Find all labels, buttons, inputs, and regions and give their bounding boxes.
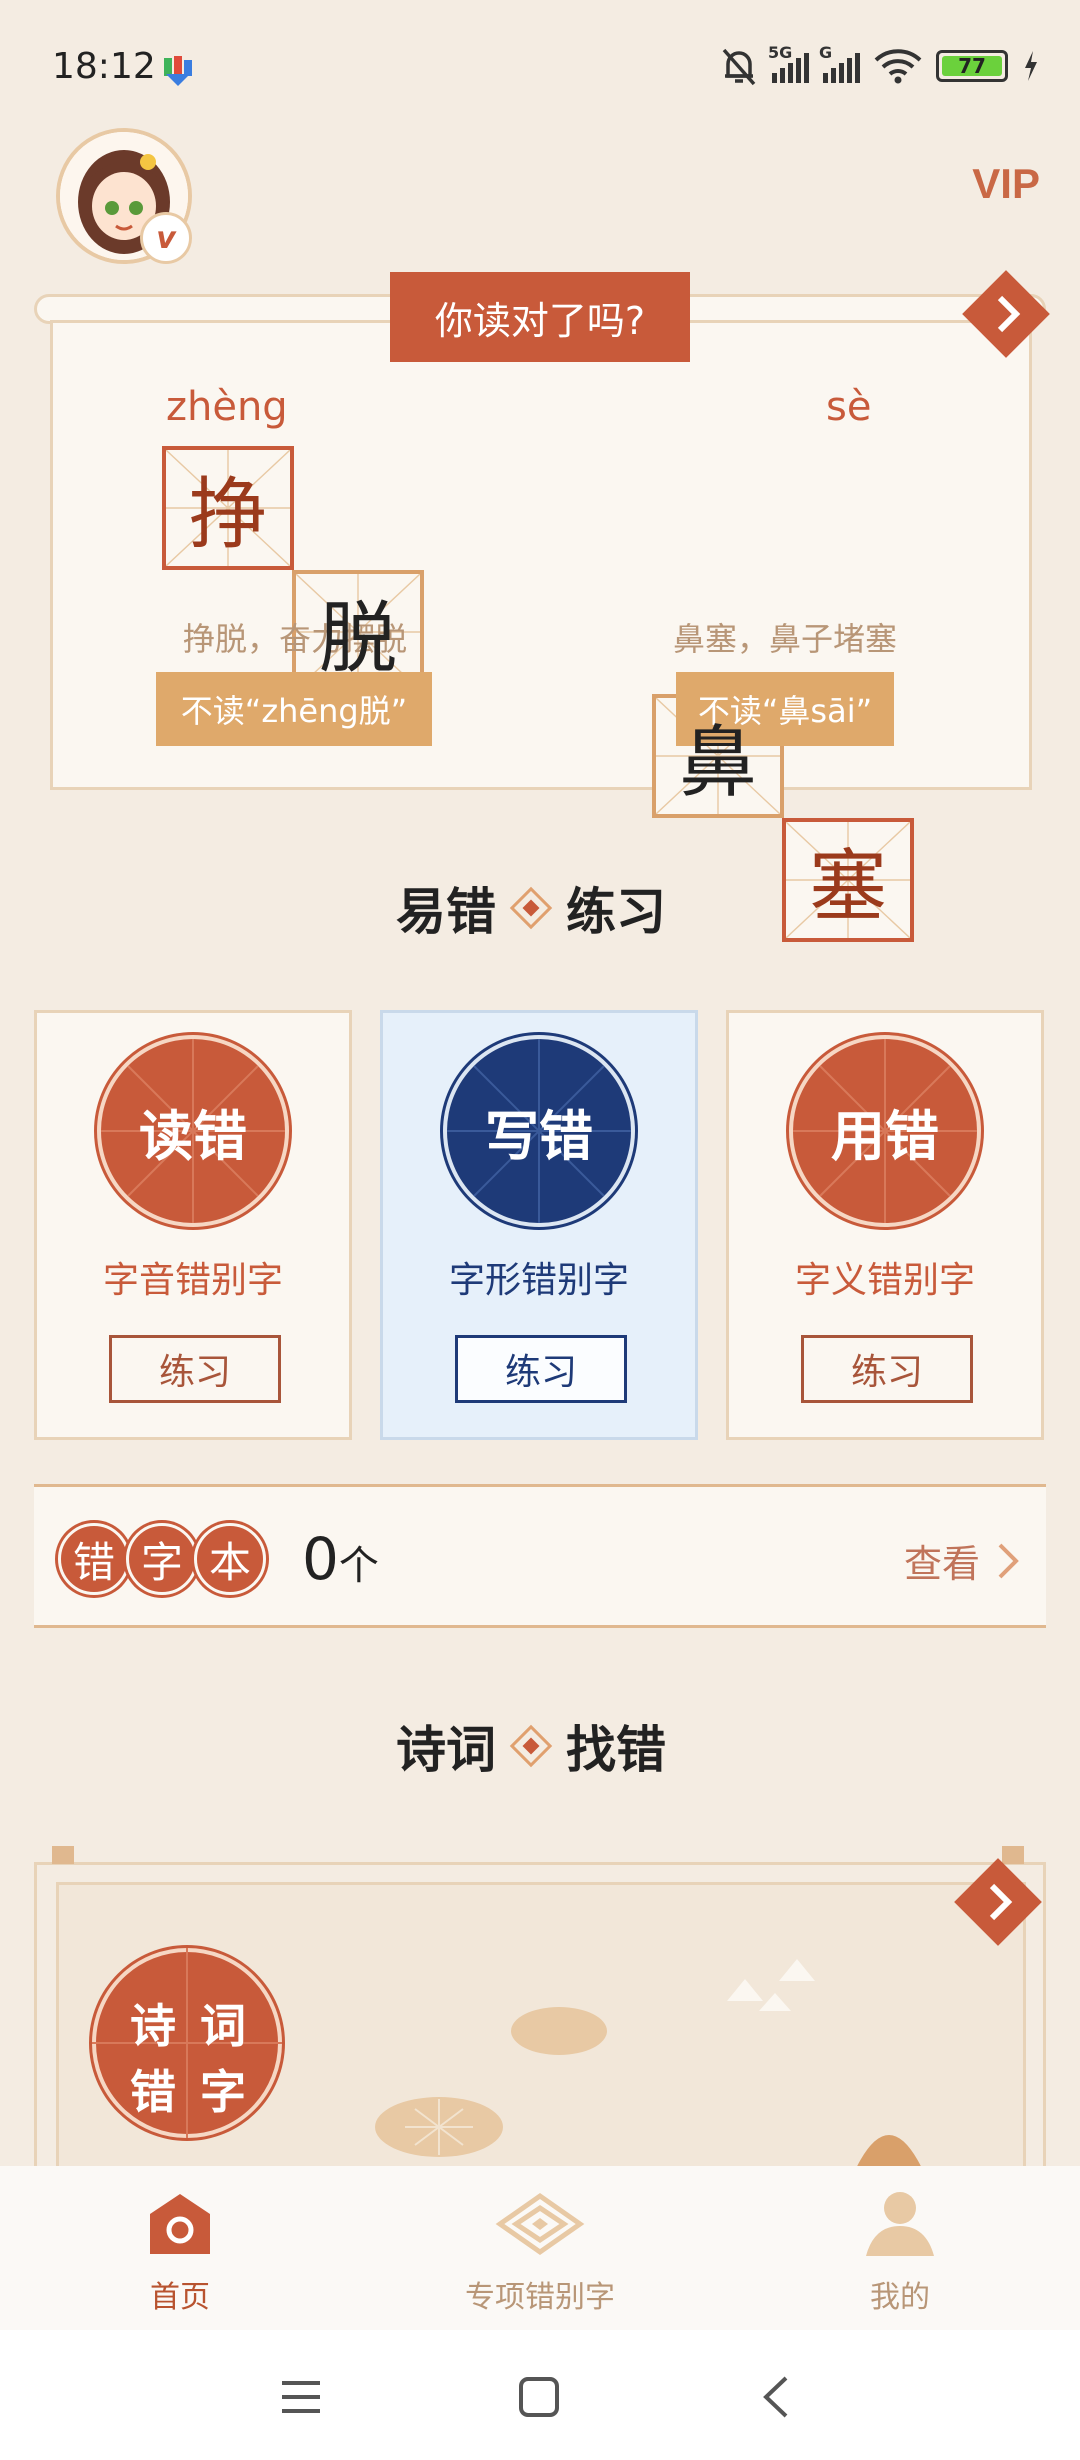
count-unit: 个: [338, 1543, 379, 1589]
section-title-right: 找错: [566, 1721, 666, 1779]
book-chip: 错: [58, 1523, 130, 1595]
nav-mine[interactable]: 我的: [720, 2166, 1080, 2330]
user-icon: [866, 2192, 934, 2256]
diamond-icon: [509, 1724, 553, 1768]
book-chip: 字: [126, 1523, 198, 1595]
home-square-icon[interactable]: [518, 2376, 560, 2418]
practice-button[interactable]: 练习: [455, 1335, 627, 1403]
chevron-right-icon: [997, 295, 1021, 333]
bottom-nav: 首页 专项错别字 我的: [0, 2166, 1080, 2330]
battery-icon: 77: [936, 50, 1008, 82]
vip-button[interactable]: VIP: [972, 160, 1040, 208]
status-time: 18:12: [52, 46, 156, 87]
status-icons: 5G G 77: [720, 43, 1040, 88]
vip-badge-icon: v: [140, 212, 192, 264]
view-label: 查看: [903, 1542, 980, 1586]
poem-find-error-badge: 诗 词 错 字: [92, 1948, 282, 2138]
practice-label: 字形错别字: [448, 1260, 629, 1301]
section-title-left: 诗词: [396, 1721, 496, 1779]
practice-circle: 读错: [101, 1039, 285, 1223]
nav-label: 我的: [870, 2280, 930, 2315]
nav-label: 专项错别字: [465, 2280, 615, 2315]
chevron-right-icon: [989, 1883, 1013, 1921]
pronunciation-card-title: 你读对了吗?: [390, 272, 690, 362]
practice-circle-label: 读错: [139, 1104, 247, 1168]
practice-card-shape[interactable]: 写错 字形错别字 练习: [380, 1010, 698, 1440]
poem-next-button[interactable]: [954, 1858, 1042, 1946]
wifi-icon: [874, 49, 922, 84]
nav-special-errors[interactable]: 专项错别字: [360, 2166, 720, 2330]
practice-circle: 用错: [793, 1039, 977, 1223]
practice-section-title: 易错 练习: [396, 872, 666, 944]
char-box: 挣: [162, 446, 294, 570]
practice-button[interactable]: 练习: [109, 1335, 281, 1403]
view-wrong-words-button[interactable]: 查看: [904, 1533, 1020, 1588]
network-type: 5G: [768, 43, 793, 62]
battery-level: 77: [942, 54, 1002, 78]
system-nav-bar: [0, 2330, 1080, 2460]
wrong-word-count: 0个: [302, 1525, 379, 1593]
diamond-icon: [509, 886, 553, 930]
app-notification-icon: [164, 56, 192, 86]
charging-icon: [1025, 51, 1037, 81]
poem-section-title: 诗词 找错: [396, 1710, 666, 1782]
section-title-left: 易错: [396, 883, 496, 941]
practice-card-pronunciation[interactable]: 读错 字音错别字 练习: [34, 1010, 352, 1440]
practice-button[interactable]: 练习: [801, 1335, 973, 1403]
practice-label: 字义错别字: [794, 1260, 975, 1301]
diamond-layers-icon: [495, 2192, 585, 2256]
back-icon[interactable]: [760, 2374, 790, 2420]
wrong-word-book[interactable]: 错 字 本 0个 查看: [34, 1484, 1046, 1628]
nav-label: 首页: [150, 2280, 210, 2315]
word-char: 挣: [188, 470, 267, 560]
count-value: 0: [302, 1525, 339, 1593]
practice-label: 字音错别字: [102, 1260, 283, 1301]
word-char: 鼻: [678, 718, 757, 808]
char-box: 塞: [782, 818, 914, 942]
mute-bell-icon: [722, 48, 756, 86]
word-pinyin: sè: [826, 384, 872, 430]
nav-home[interactable]: 首页: [0, 2166, 360, 2330]
home-icon: [150, 2194, 210, 2254]
word-char: 塞: [808, 842, 887, 932]
poem-char: 诗: [130, 1999, 176, 2053]
chevron-right-icon: [998, 1543, 1019, 1578]
menu-icon[interactable]: [280, 2378, 322, 2416]
signal-g-icon: G: [819, 43, 860, 83]
word-char: 脱: [318, 594, 397, 684]
word-meaning: 鼻塞，鼻子堵塞: [672, 620, 897, 658]
poem-char: 错: [130, 2065, 176, 2119]
poem-char: 词: [200, 1999, 246, 2053]
word-pinyin: zhèng: [166, 384, 288, 430]
book-chip: 本: [194, 1523, 266, 1595]
section-title-right: 练习: [566, 883, 666, 941]
poem-char: 字: [200, 2065, 246, 2119]
pronunciation-next-button[interactable]: [962, 270, 1050, 358]
practice-circle-label: 用错: [831, 1104, 939, 1168]
practice-card-meaning[interactable]: 用错 字义错别字 练习: [726, 1010, 1044, 1440]
practice-circle: 写错: [447, 1039, 631, 1223]
signal-5g-icon: 5G: [768, 43, 809, 83]
card-corner: [52, 1846, 74, 1864]
practice-circle-label: 写错: [485, 1104, 593, 1168]
